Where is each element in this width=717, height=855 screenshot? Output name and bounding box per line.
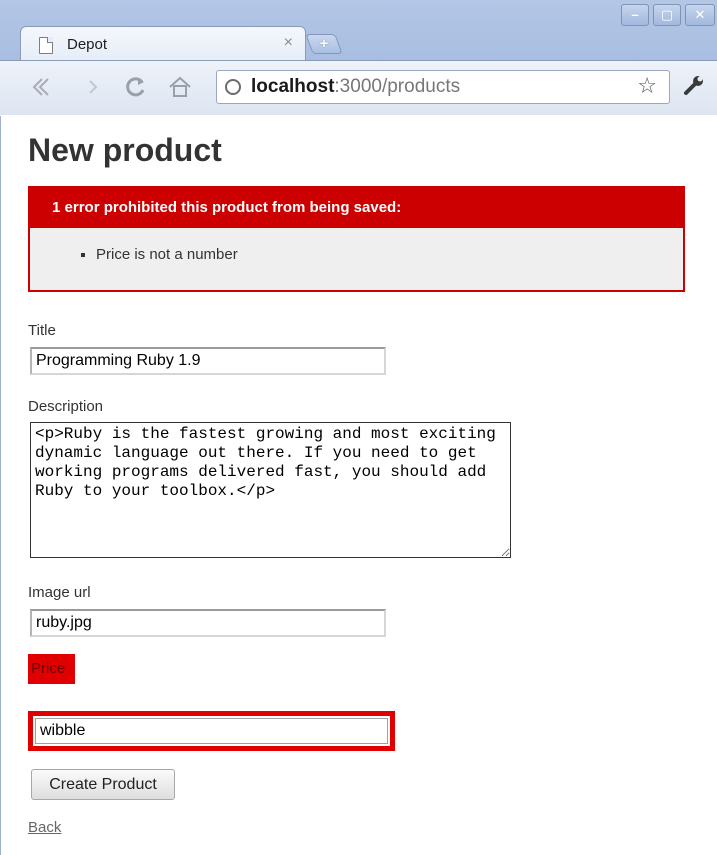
globe-icon bbox=[225, 79, 241, 95]
tab-title: Depot bbox=[67, 36, 108, 53]
home-icon[interactable] bbox=[166, 73, 194, 101]
title-label: Title bbox=[28, 322, 56, 339]
description-label: Description bbox=[28, 398, 104, 415]
page-title: New product bbox=[28, 132, 222, 168]
price-field-error-wrapper bbox=[28, 711, 395, 751]
browser-chrome: Depot × + – ▢ ✕ localhost:3000/products … bbox=[0, 0, 717, 115]
star-icon[interactable]: ☆ bbox=[637, 73, 657, 99]
description-field[interactable]: <p>Ruby is the fastest growing and most … bbox=[30, 422, 511, 558]
tab-strip: Depot × + – ▢ ✕ bbox=[0, 0, 717, 62]
price-label-error: Price bbox=[28, 654, 75, 684]
error-item: Price is not a number bbox=[96, 246, 683, 263]
create-product-button[interactable]: Create Product bbox=[31, 769, 175, 800]
error-explanation: 1 error prohibited this product from bei… bbox=[28, 186, 685, 292]
page-content: New product 1 error prohibited this prod… bbox=[0, 116, 717, 855]
wrench-icon[interactable] bbox=[680, 73, 708, 101]
error-list: Price is not a number bbox=[30, 246, 683, 263]
reload-icon[interactable] bbox=[122, 73, 150, 101]
back-icon[interactable] bbox=[26, 73, 54, 101]
forward-icon[interactable] bbox=[80, 73, 108, 101]
page-icon bbox=[39, 37, 53, 54]
browser-toolbar: localhost:3000/products ☆ bbox=[0, 60, 717, 115]
title-field[interactable] bbox=[30, 347, 386, 375]
error-heading: 1 error prohibited this product from bei… bbox=[30, 188, 683, 228]
new-tab-button[interactable]: + bbox=[305, 34, 343, 54]
maximize-button[interactable]: ▢ bbox=[653, 4, 681, 26]
image-url-field[interactable] bbox=[30, 609, 386, 637]
back-link[interactable]: Back bbox=[28, 819, 61, 836]
image-url-label: Image url bbox=[28, 584, 91, 601]
plus-icon: + bbox=[319, 35, 329, 52]
url-text: localhost:3000/products bbox=[251, 76, 461, 97]
minimize-button[interactable]: – bbox=[621, 4, 649, 26]
tab-close-icon[interactable]: × bbox=[284, 34, 293, 52]
tab-depot[interactable]: Depot × bbox=[20, 26, 306, 62]
close-window-button[interactable]: ✕ bbox=[685, 4, 715, 26]
address-bar[interactable]: localhost:3000/products ☆ bbox=[216, 70, 670, 104]
price-field[interactable] bbox=[35, 718, 388, 744]
